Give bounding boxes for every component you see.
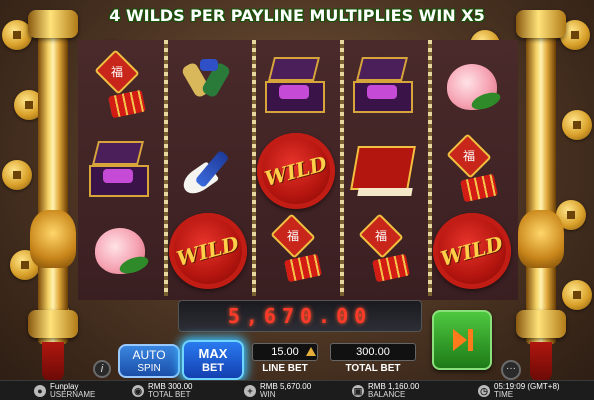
symbol-scrolls	[166, 48, 250, 126]
scroll-cap-top	[28, 10, 78, 38]
symbol-peach	[78, 212, 162, 290]
reel-grid: 福 WILD WILD 福 福 福 WILD	[78, 40, 518, 300]
symbol-book	[342, 132, 426, 210]
win-amount: 5,670.00	[227, 304, 373, 328]
symbol-brush	[166, 132, 250, 210]
firecracker-icon	[460, 173, 498, 203]
footer-username: ● Funplay USERNAME	[34, 382, 95, 400]
user-icon: ●	[34, 385, 46, 397]
symbol-jewel-box	[342, 48, 426, 126]
footer-balance: ▣ RMB 1,160.00 BALANCE	[352, 382, 419, 400]
plus-icon: +	[244, 385, 256, 397]
footer-total-bet-label: TOTAL BET	[148, 390, 191, 399]
footer-total-bet: ◉ RMB 300.00 TOTAL BET	[132, 382, 192, 400]
talisman-char: 福	[462, 149, 475, 163]
max-bet-sublabel: BET	[202, 362, 224, 374]
max-bet-button[interactable]: MAX BET	[182, 340, 244, 380]
total-bet-label: TOTAL BET	[345, 363, 401, 374]
wild-label: WILD	[438, 231, 506, 271]
symbol-talisman: 福	[342, 212, 426, 290]
auto-spin-button[interactable]: AUTO SPIN	[118, 344, 180, 378]
line-bet-label: LINE BET	[262, 363, 308, 374]
auto-spin-label: AUTO	[132, 348, 166, 362]
clock-icon: ◷	[478, 385, 490, 397]
left-scroll-pillar	[24, 10, 82, 382]
max-bet-label: MAX	[198, 346, 228, 361]
status-footer: ● Funplay USERNAME ◉ RMB 300.00 TOTAL BET …	[0, 380, 594, 400]
talisman-char: 福	[374, 229, 387, 243]
talisman-char: 福	[286, 229, 299, 243]
scroll-rod	[526, 34, 556, 344]
firecracker-icon	[372, 253, 410, 283]
right-scroll-pillar	[512, 10, 570, 382]
more-options-button[interactable]: ···	[501, 360, 521, 380]
tassel-icon	[42, 342, 64, 382]
win-amount-display: 5,670.00	[178, 300, 422, 332]
footer-win: + RMB 5,670.00 WIN	[244, 382, 311, 400]
auto-spin-sublabel: SPIN	[137, 363, 161, 374]
info-button[interactable]: i	[93, 360, 111, 378]
wild-label: WILD	[262, 151, 330, 191]
payline-banner: 4 WILDS PER PAYLINE MULTIPLIES WIN X5	[109, 6, 485, 25]
wild-label: WILD	[174, 231, 242, 271]
tassel-icon	[530, 342, 552, 382]
scroll-cap-bottom	[28, 310, 78, 338]
symbol-talisman: 福	[254, 212, 338, 290]
symbol-talisman: 福	[78, 48, 162, 126]
symbol-peach	[430, 48, 514, 126]
talisman-char: 福	[110, 65, 123, 79]
symbol-wild: WILD	[254, 132, 338, 210]
scroll-cap-top	[516, 10, 566, 38]
footer-time-label: TIME	[494, 390, 514, 399]
scroll-cap-bottom	[516, 310, 566, 338]
firecracker-icon	[108, 89, 146, 119]
line-bet-up-icon[interactable]	[306, 347, 316, 356]
firecracker-icon	[284, 253, 322, 283]
chip-icon: ◉	[132, 385, 144, 397]
footer-win-label: WIN	[260, 390, 276, 399]
total-bet-value: 300.00	[330, 343, 416, 361]
fox-statue-icon	[518, 210, 564, 268]
footer-time: ◷ 05:19:09 (GMT+8) TIME	[478, 382, 560, 400]
symbol-jewel-box	[78, 132, 162, 210]
peach-icon	[95, 228, 145, 274]
symbol-talisman: 福	[430, 132, 514, 210]
fox-statue-icon	[30, 210, 76, 268]
symbol-wild: WILD	[166, 212, 250, 290]
symbol-wild: WILD	[430, 212, 514, 290]
symbol-jewel-box	[254, 48, 338, 126]
wallet-icon: ▣	[352, 385, 364, 397]
spin-button[interactable]	[432, 310, 492, 370]
username-label: USERNAME	[50, 390, 96, 399]
scroll-rod	[38, 34, 68, 344]
footer-balance-label: BALANCE	[368, 390, 406, 399]
play-skip-icon	[449, 327, 475, 353]
peach-icon	[447, 64, 497, 110]
